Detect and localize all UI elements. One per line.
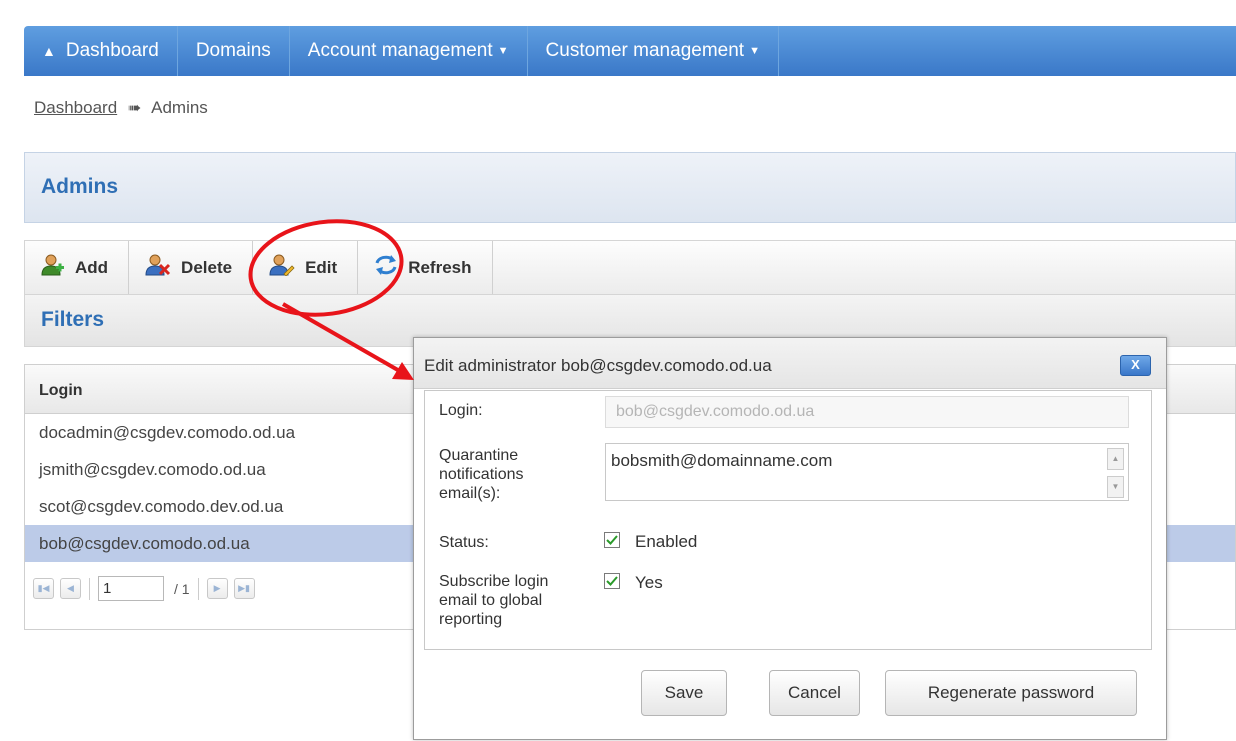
regenerate-password-button[interactable]: Regenerate password [885, 670, 1137, 716]
nav-account-management[interactable]: Account management ▼ [290, 26, 528, 76]
refresh-button-label: Refresh [408, 257, 472, 277]
edit-user-icon [269, 254, 295, 281]
quarantine-email-value: bobsmith@domainname.com [611, 451, 833, 470]
subscribe-label-line-2: email to global [439, 592, 543, 609]
pager: ▮◀ ◀ / 1 ▶ ▶▮ [33, 576, 261, 601]
chevron-down-icon: ▼ [749, 45, 760, 57]
nav-customer-management[interactable]: Customer management ▼ [528, 26, 779, 76]
cancel-button[interactable]: Cancel [769, 670, 860, 716]
refresh-button[interactable]: Refresh [358, 241, 493, 294]
delete-user-icon [145, 254, 171, 281]
scroll-down-icon[interactable]: ▼ [1107, 476, 1124, 498]
dialog-form: Login: Quarantine notifications email(s)… [424, 390, 1152, 650]
subscribe-yes-label: Yes [635, 573, 663, 592]
dialog-titlebar[interactable]: Edit administrator bob@csgdev.comodo.od.… [414, 338, 1166, 389]
nav-domains[interactable]: Domains [178, 26, 290, 76]
quarantine-email-field[interactable]: bobsmith@domainname.com ▲ ▼ [605, 443, 1129, 501]
nav-dashboard[interactable]: ▲ Dashboard [24, 26, 178, 76]
quarantine-label-line-3: email(s): [439, 485, 501, 502]
login-field [605, 396, 1129, 428]
page-total: / 1 [174, 580, 190, 597]
breadcrumb: Dashboard ➠ Admins [34, 98, 208, 118]
quarantine-label-line-1: Quarantine [439, 447, 519, 464]
admin-toolbar: Add Delete Edit Refresh [24, 240, 1236, 295]
textarea-scrollbar[interactable]: ▲ ▼ [1107, 448, 1124, 498]
edit-admin-dialog: Edit administrator bob@csgdev.comodo.od.… [413, 337, 1167, 740]
scroll-up-icon[interactable]: ▲ [1107, 448, 1124, 470]
pager-divider [197, 577, 199, 600]
add-button[interactable]: Add [25, 241, 130, 294]
top-navbar: ▲ Dashboard Domains Account management ▼… [24, 26, 1236, 76]
checkmark-icon [606, 576, 618, 586]
refresh-icon [374, 254, 398, 281]
nav-customer-management-label: Customer management [545, 40, 745, 61]
status-enabled-label: Enabled [635, 532, 698, 551]
subscribe-yes-checkbox[interactable] [604, 573, 620, 589]
close-icon[interactable]: X [1120, 355, 1151, 376]
page-title: Admins [41, 175, 119, 198]
next-page-icon[interactable]: ▶ [206, 578, 228, 599]
arrow-right-icon: ➠ [127, 100, 142, 117]
nav-domains-label: Domains [195, 40, 271, 61]
delete-button-label: Delete [181, 257, 233, 277]
status-label: Status: [439, 534, 489, 551]
checkmark-icon [606, 535, 618, 545]
edit-button-label: Edit [305, 257, 338, 277]
chevron-down-icon: ▼ [497, 45, 509, 57]
admins-panel-header: Admins [24, 152, 1236, 223]
status-enabled-checkbox[interactable] [604, 532, 620, 548]
home-icon: ▲ [42, 43, 56, 59]
add-user-icon [41, 254, 65, 281]
nav-dashboard-label: Dashboard [65, 40, 159, 61]
add-button-label: Add [75, 257, 109, 277]
breadcrumb-dashboard-link[interactable]: Dashboard [34, 98, 117, 117]
first-page-icon[interactable]: ▮◀ [33, 578, 54, 599]
quarantine-label-line-2: notifications [439, 466, 524, 483]
page-number-input[interactable] [98, 576, 164, 601]
subscribe-label-line-1: Subscribe login [439, 573, 549, 590]
login-label: Login: [439, 402, 483, 419]
subscribe-label-line-3: reporting [439, 611, 503, 628]
delete-button[interactable]: Delete [129, 241, 254, 294]
breadcrumb-current: Admins [151, 98, 208, 117]
filters-title: Filters [41, 308, 105, 331]
prev-page-icon[interactable]: ◀ [60, 578, 81, 599]
edit-button[interactable]: Edit [253, 241, 359, 294]
pager-divider [89, 577, 90, 600]
save-button[interactable]: Save [641, 670, 727, 716]
dialog-footer: Save Cancel Regenerate password [424, 650, 1152, 741]
dialog-title: Edit administrator bob@csgdev.comodo.od.… [424, 356, 772, 375]
nav-account-management-label: Account management [307, 40, 493, 61]
last-page-icon[interactable]: ▶▮ [233, 578, 255, 599]
